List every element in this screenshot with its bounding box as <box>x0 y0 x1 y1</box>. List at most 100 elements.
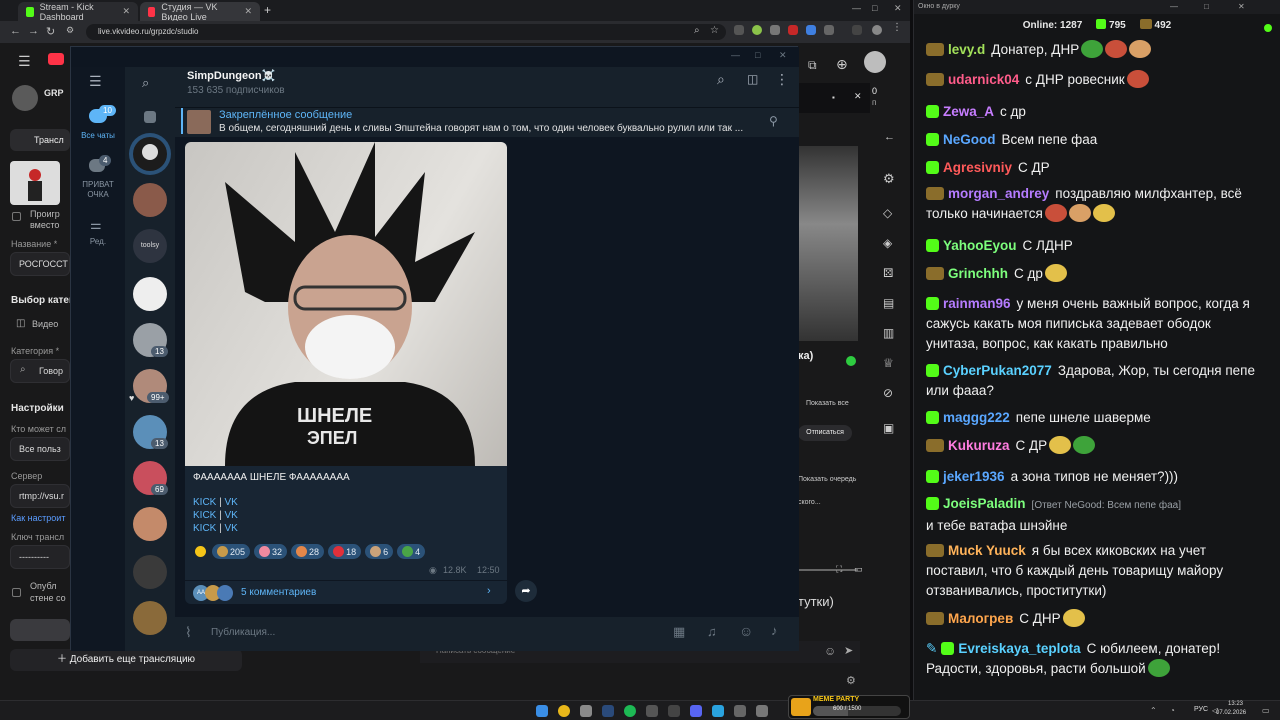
notifications-icon[interactable]: ▭ <box>1262 706 1270 715</box>
settings-icon[interactable]: ⚙ <box>846 674 856 687</box>
vk-link[interactable]: VK <box>225 510 238 521</box>
search-icon[interactable]: ⌕ <box>717 71 725 88</box>
more-icon[interactable]: ⋮ <box>775 71 789 88</box>
chat-username[interactable]: Grinchhh <box>948 266 1008 281</box>
video-item[interactable]: Видео <box>32 319 58 329</box>
vk-link[interactable]: VK <box>225 523 238 534</box>
fullscreen-icon[interactable]: ⛶ <box>836 564 842 575</box>
chat-username[interactable]: udarnick04 <box>948 72 1019 87</box>
chat-username[interactable]: Agresivniy <box>943 160 1012 175</box>
microphone-icon[interactable]: ♪ <box>771 623 778 638</box>
app-icon[interactable] <box>756 705 768 717</box>
chat-username[interactable]: levy.d <box>948 42 985 57</box>
chat-avatar[interactable] <box>133 601 167 635</box>
kick-link[interactable]: KICK <box>193 497 216 508</box>
reaction-fox[interactable]: 28 <box>291 544 325 559</box>
close-icon[interactable]: ✕ <box>244 6 252 17</box>
schedule-icon[interactable]: ▦ <box>673 624 685 640</box>
tray-chevron-icon[interactable]: ⌃ <box>1150 706 1157 715</box>
obs-icon[interactable] <box>668 705 680 717</box>
vk-link[interactable]: VK <box>225 497 238 508</box>
chat-avatar-toolsy[interactable]: toolsy <box>133 229 167 263</box>
reaction-meme1[interactable]: 205 <box>212 544 251 559</box>
chart-icon[interactable]: ▥ <box>883 326 894 340</box>
maximize-button[interactable]: □ <box>1204 2 1209 11</box>
dice-icon[interactable]: ⚄ <box>883 266 893 280</box>
new-tab-button[interactable]: + <box>264 3 271 17</box>
clock-date[interactable]: 07.02.2026 <box>1216 710 1246 716</box>
steam-icon[interactable] <box>602 705 614 717</box>
close-icon[interactable]: ✕ <box>122 6 130 17</box>
search-icon[interactable]: ⌕ <box>694 25 700 36</box>
archive-icon[interactable] <box>144 111 156 123</box>
forward-icon[interactable]: → <box>28 25 39 37</box>
popout-icon[interactable]: ▭ <box>854 564 863 575</box>
app-icon[interactable] <box>580 705 592 717</box>
show-queue-link[interactable]: Показать очередь <box>798 476 856 483</box>
gem-icon[interactable]: ◈ <box>883 236 892 250</box>
reaction-star[interactable] <box>193 544 208 559</box>
pin-list-icon[interactable]: ⚲ <box>769 114 778 128</box>
checkbox[interactable] <box>12 588 21 597</box>
spotify-icon[interactable] <box>624 705 636 717</box>
menu-icon[interactable]: ⋮ <box>892 22 902 33</box>
chat-username[interactable]: CyberPukan2077 <box>943 363 1052 378</box>
unsubscribe-button[interactable]: Отписаться <box>798 425 852 441</box>
name-input[interactable]: РОСГОССТ <box>10 252 70 276</box>
pinned-message-bar[interactable]: Закреплённое сообщение В общем, сегодняш… <box>175 107 799 137</box>
discord-icon[interactable] <box>690 705 702 717</box>
comments-button[interactable]: АА 5 комментариев › <box>185 580 507 604</box>
replay-icon[interactable]: ▣ <box>883 421 894 435</box>
emoji-icon[interactable]: ☺ <box>824 644 836 658</box>
url-bar[interactable]: live.vkvideo.ru/grpzdc/studio <box>86 24 726 40</box>
tab-vk-studio[interactable]: Студия — VK Видео Live ✕ <box>140 2 260 22</box>
how-to-configure-link[interactable]: Как настроит <box>11 513 65 523</box>
publish-input[interactable]: Публикация... <box>211 627 275 638</box>
bookmark-star-icon[interactable]: ☆ <box>710 25 719 36</box>
app-icon[interactable] <box>734 705 746 717</box>
app-icon[interactable] <box>646 705 658 717</box>
grid-icon[interactable]: ⧉ <box>808 58 817 73</box>
extension-icon[interactable] <box>824 25 834 35</box>
clock-time[interactable]: 13:23 <box>1228 701 1243 707</box>
chat-username[interactable]: maggg222 <box>943 410 1010 425</box>
reaction-cat[interactable]: 6 <box>365 544 394 559</box>
extension-icon[interactable] <box>788 25 798 35</box>
close-button[interactable]: ✕ <box>779 50 787 61</box>
chat-avatar-simpdungeon[interactable] <box>133 137 167 171</box>
windows-start-icon[interactable] <box>536 705 548 717</box>
bell-icon[interactable]: ♫ <box>707 624 717 639</box>
chat-avatar[interactable] <box>133 507 167 541</box>
gear-icon[interactable]: ⚙ <box>883 171 895 187</box>
extensions-puzzle-icon[interactable] <box>852 25 862 35</box>
add-stream-button[interactable]: ＋ Добавить еще трансляцию <box>10 649 242 671</box>
chrome-icon[interactable] <box>558 705 570 717</box>
chat-username[interactable]: rainman96 <box>943 296 1011 311</box>
moderation-icon[interactable]: ⊘ <box>883 386 893 400</box>
folder-private[interactable]: 4 ПРИВАТ ОЧКА <box>71 155 125 205</box>
reload-icon[interactable]: ↻ <box>46 25 55 38</box>
minimize-icon[interactable]: ▪ <box>832 93 835 102</box>
chat-username[interactable]: Малогрев <box>948 611 1013 626</box>
site-info-icon[interactable]: ⚙ <box>66 25 74 36</box>
language-indicator[interactable]: РУС <box>1194 706 1208 713</box>
extension-icon[interactable] <box>752 25 762 35</box>
reaction-frog[interactable]: 4 <box>397 544 426 559</box>
chat-avatar[interactable] <box>133 277 167 311</box>
add-icon[interactable]: ⊕ <box>836 56 848 73</box>
attach-icon[interactable]: ⌇ <box>185 624 192 641</box>
minimize-button[interactable]: — <box>731 50 740 60</box>
avatar[interactable] <box>872 25 882 35</box>
close-icon[interactable]: ✕ <box>854 91 862 102</box>
chat-username[interactable]: YahooEyou <box>943 238 1017 253</box>
video-progress-bar[interactable] <box>798 569 858 571</box>
wifi-icon[interactable]: ◔ <box>1170 706 1175 715</box>
kick-link[interactable]: KICK <box>193 523 216 534</box>
reaction-pig[interactable]: 32 <box>254 544 288 559</box>
close-button[interactable]: ✕ <box>894 3 902 14</box>
extension-icon[interactable] <box>806 25 816 35</box>
share-icon[interactable]: ➦ <box>515 580 537 602</box>
chat-username[interactable]: Kukuruza <box>948 438 1010 453</box>
chat-username[interactable]: Evreiskaya_teplota <box>958 641 1080 656</box>
emoji-icon[interactable]: ☺ <box>739 623 753 639</box>
